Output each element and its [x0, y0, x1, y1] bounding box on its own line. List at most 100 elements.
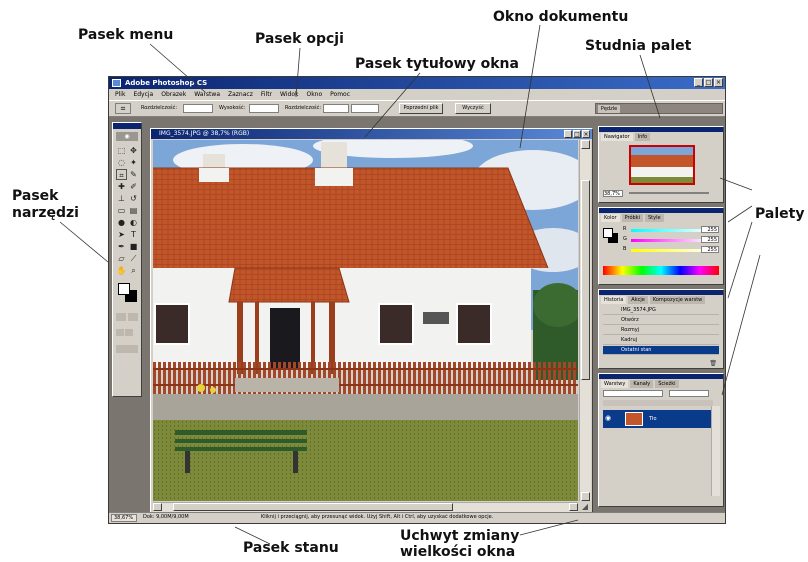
- notes-icon[interactable]: ▱: [116, 253, 127, 264]
- tab-layers[interactable]: Warstwy: [601, 380, 629, 388]
- shape-icon[interactable]: ■: [128, 241, 139, 252]
- app-title-bar[interactable]: Adobe Photoshop CS _ □ ×: [109, 77, 725, 89]
- channel-g-slider[interactable]: [631, 239, 711, 242]
- channel-b-slider[interactable]: [631, 249, 711, 252]
- layer-row-background[interactable]: ◉ Tło: [603, 410, 711, 428]
- crop-tool-preset-icon[interactable]: ⌗: [115, 103, 131, 114]
- foreground-color-swatch[interactable]: [118, 283, 130, 295]
- channel-r-value[interactable]: 255: [701, 226, 719, 233]
- tab-styles[interactable]: Style: [644, 214, 664, 222]
- status-zoom[interactable]: 38,67%: [111, 514, 137, 522]
- history-item[interactable]: IMG_3574.JPG: [603, 306, 719, 315]
- channel-b-value[interactable]: 255: [701, 246, 719, 253]
- magic-wand-icon[interactable]: ✦: [128, 157, 139, 168]
- menu-item-image[interactable]: Obrazek: [161, 89, 186, 100]
- hand-icon[interactable]: ✋: [116, 265, 127, 276]
- clear-button[interactable]: Wyczyść: [455, 103, 491, 114]
- close-button[interactable]: ×: [714, 78, 723, 87]
- doc-maximize-button[interactable]: □: [573, 130, 581, 138]
- menu-item-view[interactable]: Widok: [280, 89, 298, 100]
- move-icon[interactable]: ✥: [128, 145, 139, 156]
- maximize-button[interactable]: □: [704, 78, 713, 87]
- lasso-icon[interactable]: ◌: [116, 157, 127, 168]
- scroll-down-button[interactable]: [581, 492, 590, 501]
- history-brush-icon[interactable]: ↺: [128, 193, 139, 204]
- doc-minimize-button[interactable]: _: [564, 130, 572, 138]
- front-image-button[interactable]: Poprzedni plik: [399, 103, 443, 114]
- minimize-button[interactable]: _: [694, 78, 703, 87]
- horizontal-scroll-thumb[interactable]: [173, 503, 453, 511]
- menu-item-select[interactable]: Zaznacz: [228, 89, 253, 100]
- navigator-zoom-slider[interactable]: [629, 192, 709, 194]
- tab-navigator[interactable]: Nawigator: [601, 133, 633, 141]
- image-canvas[interactable]: [153, 140, 578, 501]
- option-resolution-unit-select[interactable]: [351, 104, 379, 113]
- document-title-bar[interactable]: IMG_3574.JPG @ 38,7% (RGB) _ □ ×: [151, 129, 592, 139]
- screen-mode-standard-icon[interactable]: [116, 329, 124, 336]
- navigator-thumbnail[interactable]: [629, 145, 695, 185]
- channel-g-value[interactable]: 255: [701, 236, 719, 243]
- channel-r-slider[interactable]: [631, 229, 711, 232]
- vertical-scrollbar[interactable]: [579, 140, 591, 501]
- palette-well-tab-brushes[interactable]: Pędzle: [598, 105, 620, 113]
- quick-mask-icon[interactable]: [128, 313, 138, 321]
- jump-to-imageready-icon[interactable]: [116, 345, 138, 353]
- toolbox-title-bar[interactable]: [113, 123, 141, 129]
- slice-icon[interactable]: ✎: [128, 169, 139, 180]
- pen-icon[interactable]: ✒: [116, 241, 127, 252]
- lock-options-row[interactable]: [603, 400, 713, 406]
- tab-layer-comps[interactable]: Kompozycje warstw: [649, 296, 706, 304]
- blend-mode-select[interactable]: [603, 390, 663, 397]
- eye-icon[interactable]: ◉: [605, 414, 611, 422]
- history-item[interactable]: Kadruj: [603, 336, 719, 345]
- resize-grip-icon[interactable]: ◢: [579, 502, 591, 512]
- history-item[interactable]: Rozmyj: [603, 326, 719, 335]
- doc-close-button[interactable]: ×: [582, 130, 590, 138]
- menu-item-edit[interactable]: Edycja: [133, 89, 153, 100]
- vertical-scroll-thumb[interactable]: [581, 180, 590, 380]
- option-resolution-input[interactable]: [323, 104, 349, 113]
- menu-item-window[interactable]: Okno: [306, 89, 322, 100]
- screen-mode-full-menu-icon[interactable]: [125, 329, 133, 336]
- healing-icon[interactable]: ✚: [116, 181, 127, 192]
- standard-mode-icon[interactable]: [116, 313, 126, 321]
- navigator-zoom-field[interactable]: 38,7%: [603, 190, 623, 197]
- option-height-input[interactable]: [249, 104, 279, 113]
- menu-item-help[interactable]: Pomoc: [330, 89, 350, 100]
- palette-foreground-swatch[interactable]: [603, 228, 613, 238]
- tab-actions[interactable]: Akcje: [628, 296, 648, 304]
- tab-swatches[interactable]: Próbki: [621, 214, 643, 222]
- eyedropper-icon[interactable]: ⟋: [128, 253, 139, 264]
- text-icon[interactable]: T: [128, 229, 139, 240]
- tab-history[interactable]: Historia: [601, 296, 627, 304]
- layers-scrollbar[interactable]: [711, 406, 720, 496]
- scroll-left-button[interactable]: [153, 503, 162, 511]
- blur-icon[interactable]: ●: [116, 217, 127, 228]
- option-width-input[interactable]: [183, 104, 213, 113]
- brush-icon[interactable]: ✐: [128, 181, 139, 192]
- gradient-icon[interactable]: ▤: [128, 205, 139, 216]
- eraser-icon[interactable]: ▭: [116, 205, 127, 216]
- path-select-icon[interactable]: ➤: [116, 229, 127, 240]
- menu-item-file[interactable]: Plik: [115, 89, 125, 100]
- menu-item-layer[interactable]: Warstwa: [194, 89, 220, 100]
- menu-item-filter[interactable]: Filtr: [261, 89, 272, 100]
- trash-icon[interactable]: 🗑: [709, 360, 717, 367]
- stamp-icon[interactable]: ⊥: [116, 193, 127, 204]
- tab-paths[interactable]: Ścieżki: [655, 380, 679, 388]
- dodge-icon[interactable]: ◐: [128, 217, 139, 228]
- tab-color[interactable]: Kolor: [601, 214, 620, 222]
- history-item-selected[interactable]: Ostatni stan: [603, 346, 719, 355]
- history-item[interactable]: Otwórz: [603, 316, 719, 325]
- horizontal-scrollbar[interactable]: [153, 502, 578, 512]
- opacity-field[interactable]: [669, 390, 709, 397]
- marquee-icon[interactable]: ⬚: [116, 145, 127, 156]
- adobe-online-icon[interactable]: ◉: [116, 132, 138, 141]
- color-spectrum-bar[interactable]: [603, 266, 719, 275]
- zoom-icon[interactable]: ⌕: [128, 265, 139, 276]
- tab-channels[interactable]: Kanały: [630, 380, 654, 388]
- tab-info[interactable]: Info: [634, 133, 651, 141]
- crop-icon[interactable]: ⌗: [116, 169, 127, 180]
- scroll-up-button[interactable]: [581, 140, 590, 149]
- scroll-right-button[interactable]: [569, 503, 578, 511]
